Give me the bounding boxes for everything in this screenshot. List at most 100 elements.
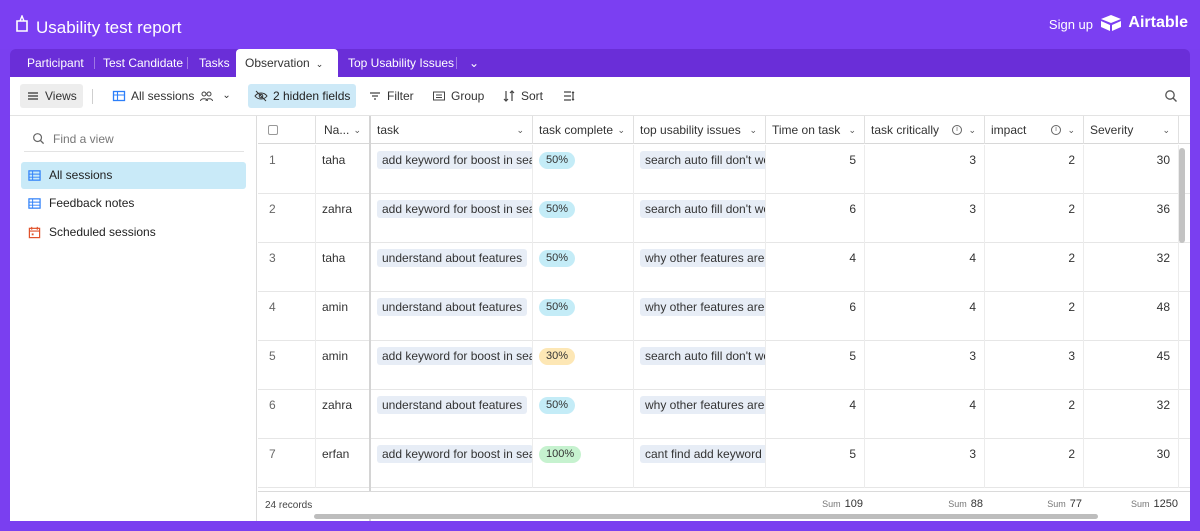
sidebar-view-scheduled-sessions[interactable]: Scheduled sessions xyxy=(21,219,246,246)
severity-cell[interactable]: 48 xyxy=(1084,292,1179,341)
severity-cell[interactable]: 45 xyxy=(1084,341,1179,390)
task-cell[interactable]: add keyword for boost in search xyxy=(371,439,533,488)
task-critically-cell[interactable]: 3 xyxy=(865,439,985,488)
row-height-button[interactable] xyxy=(556,84,582,108)
views-button[interactable]: Views xyxy=(20,84,83,108)
task-cell[interactable]: understand about features xyxy=(371,390,533,439)
row-number[interactable]: 3 xyxy=(258,243,316,292)
task-complete-cell[interactable]: 100% xyxy=(533,439,634,488)
column-header-task[interactable]: task ⌄ xyxy=(371,116,533,144)
task-critically-cell[interactable]: 3 xyxy=(865,145,985,194)
usability-issue-cell[interactable]: why other features are in xyxy=(634,243,766,292)
usability-issue-cell[interactable]: search auto fill don't work xyxy=(634,145,766,194)
time-on-task-cell[interactable]: 5 xyxy=(766,341,865,390)
impact-cell[interactable]: 3 xyxy=(985,341,1084,390)
time-on-task-cell[interactable]: 6 xyxy=(766,194,865,243)
tab-tasks[interactable]: Tasks xyxy=(190,49,239,77)
find-view-input[interactable]: Find a view xyxy=(24,126,244,152)
task-critically-cell[interactable]: 3 xyxy=(865,194,985,243)
tab-participant[interactable]: Participant xyxy=(18,49,93,77)
filter-button[interactable]: Filter xyxy=(362,84,420,108)
time-on-task-cell[interactable]: 5 xyxy=(766,145,865,194)
table-row[interactable]: 7 erfan add keyword for boost in search 100… xyxy=(258,439,1190,488)
column-header-top-usability-issues[interactable]: top usability issues ⌄ xyxy=(634,116,766,144)
name-cell[interactable]: erfan xyxy=(316,439,370,488)
impact-cell[interactable]: 2 xyxy=(985,145,1084,194)
usability-issue-cell[interactable]: search auto fill don't work xyxy=(634,341,766,390)
usability-issue-cell[interactable]: search auto fill don't work xyxy=(634,194,766,243)
table-row[interactable]: 5 amin add keyword for boost in search 30% s… xyxy=(258,341,1190,390)
time-on-task-cell[interactable]: 5 xyxy=(766,439,865,488)
task-critically-cell[interactable]: 4 xyxy=(865,243,985,292)
table-row[interactable]: 3 taha understand about features 50% why oth… xyxy=(258,243,1190,292)
task-cell[interactable]: add keyword for boost in search xyxy=(371,145,533,194)
column-header-impact[interactable]: impact i ⌄ xyxy=(985,116,1084,144)
row-number[interactable]: 1 xyxy=(258,145,316,194)
task-cell[interactable]: understand about features xyxy=(371,243,533,292)
row-number[interactable]: 5 xyxy=(258,341,316,390)
severity-cell[interactable]: 30 xyxy=(1084,439,1179,488)
horizontal-scrollbar[interactable] xyxy=(314,514,1098,519)
time-on-task-cell[interactable]: 6 xyxy=(766,292,865,341)
tab-test-candidate[interactable]: Test Candidate xyxy=(94,49,192,77)
task-complete-cell[interactable]: 50% xyxy=(533,194,634,243)
column-header-name[interactable]: Na... ⌄ xyxy=(316,116,370,144)
airtable-logo[interactable]: Airtable xyxy=(1100,14,1188,32)
name-cell[interactable]: zahra xyxy=(316,194,370,243)
usability-issue-cell[interactable]: cant find add keyword xyxy=(634,439,766,488)
signup-link[interactable]: Sign up xyxy=(1049,17,1093,32)
name-cell[interactable]: amin xyxy=(316,341,370,390)
sidebar-view-all-sessions[interactable]: All sessions xyxy=(21,162,246,189)
severity-cell[interactable]: 32 xyxy=(1084,390,1179,439)
column-header-task-complete[interactable]: task complete ⌄ xyxy=(533,116,634,144)
column-header-task-critically[interactable]: task critically i ⌄ xyxy=(865,116,985,144)
more-tables-button[interactable]: ⌄ xyxy=(460,49,488,77)
sum-time-on-task[interactable]: Sum 109 xyxy=(766,498,863,510)
table-row[interactable]: 2 zahra add keyword for boost in search 50%… xyxy=(258,194,1190,243)
info-icon[interactable]: i xyxy=(952,125,962,135)
task-complete-cell[interactable]: 50% xyxy=(533,243,634,292)
task-cell[interactable]: understand about features xyxy=(371,292,533,341)
name-cell[interactable]: taha xyxy=(316,243,370,292)
row-number[interactable]: 4 xyxy=(258,292,316,341)
column-header-severity[interactable]: Severity ⌄ xyxy=(1084,116,1179,144)
usability-issue-cell[interactable]: why other features are in xyxy=(634,292,766,341)
name-cell[interactable]: zahra xyxy=(316,390,370,439)
impact-cell[interactable]: 2 xyxy=(985,439,1084,488)
table-row[interactable]: 4 amin understand about features 50% why oth… xyxy=(258,292,1190,341)
select-all-checkbox-cell[interactable] xyxy=(258,116,316,144)
current-view-button[interactable]: All sessions ⌄ xyxy=(106,84,237,108)
impact-cell[interactable]: 2 xyxy=(985,292,1084,341)
sum-task-critically[interactable]: Sum 88 xyxy=(865,498,983,510)
sum-impact[interactable]: Sum 77 xyxy=(985,498,1082,510)
column-header-time-on-task[interactable]: Time on task ⌄ xyxy=(766,116,865,144)
task-complete-cell[interactable]: 50% xyxy=(533,145,634,194)
info-icon[interactable]: i xyxy=(1051,125,1061,135)
table-row[interactable]: 1 taha add keyword for boost in search 50% s… xyxy=(258,145,1190,194)
row-number[interactable]: 2 xyxy=(258,194,316,243)
vertical-scrollbar[interactable] xyxy=(1179,148,1185,243)
tab-observation[interactable]: Observation ⌄ xyxy=(236,49,338,77)
severity-cell[interactable]: 30 xyxy=(1084,145,1179,194)
select-all-checkbox[interactable] xyxy=(268,125,278,135)
impact-cell[interactable]: 2 xyxy=(985,390,1084,439)
tab-top-usability-issues[interactable]: Top Usability Issues xyxy=(339,49,463,77)
task-cell[interactable]: add keyword for boost in search xyxy=(371,194,533,243)
row-number[interactable]: 7 xyxy=(258,439,316,488)
name-cell[interactable]: taha xyxy=(316,145,370,194)
task-critically-cell[interactable]: 3 xyxy=(865,341,985,390)
task-critically-cell[interactable]: 4 xyxy=(865,292,985,341)
time-on-task-cell[interactable]: 4 xyxy=(766,390,865,439)
task-complete-cell[interactable]: 50% xyxy=(533,292,634,341)
severity-cell[interactable]: 32 xyxy=(1084,243,1179,292)
hidden-fields-button[interactable]: 2 hidden fields xyxy=(248,84,357,108)
group-button[interactable]: Group xyxy=(426,84,490,108)
task-complete-cell[interactable]: 50% xyxy=(533,390,634,439)
task-complete-cell[interactable]: 30% xyxy=(533,341,634,390)
row-number[interactable]: 6 xyxy=(258,390,316,439)
table-row[interactable]: 6 zahra understand about features 50% why ot… xyxy=(258,390,1190,439)
name-cell[interactable]: amin xyxy=(316,292,370,341)
search-icon[interactable] xyxy=(1164,89,1178,103)
impact-cell[interactable]: 2 xyxy=(985,194,1084,243)
usability-issue-cell[interactable]: why other features are in xyxy=(634,390,766,439)
